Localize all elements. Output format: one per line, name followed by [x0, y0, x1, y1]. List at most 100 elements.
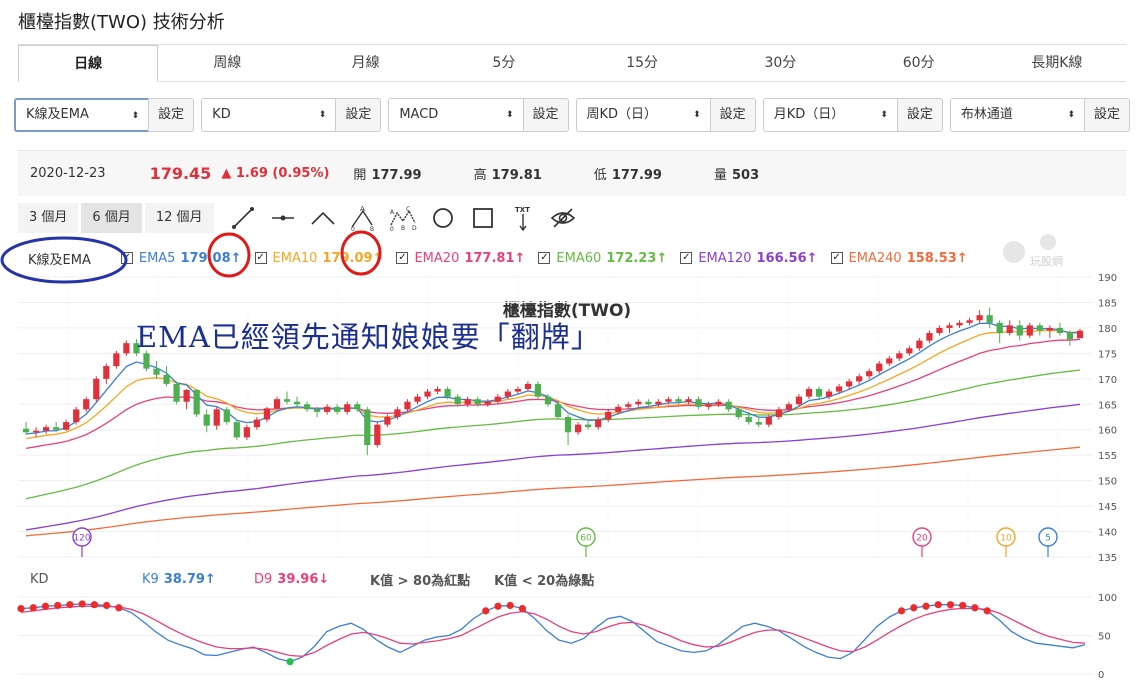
checkbox-checked-icon[interactable]: ✓ — [396, 252, 409, 264]
legend-ema5[interactable]: ✓ EMA5 179.08↑ — [120, 251, 242, 266]
candle-body — [113, 353, 120, 367]
svg-text:0: 0 — [390, 226, 394, 231]
checkbox-checked-icon[interactable]: ✓ — [254, 252, 267, 264]
updown-arrow-icon: ⬍ — [318, 110, 327, 120]
candle-body — [1006, 325, 1013, 333]
candle — [554, 401, 562, 420]
settings-button[interactable]: 設定 — [896, 98, 943, 132]
candle-body — [665, 399, 672, 402]
select-value: KD — [212, 107, 231, 122]
candle — [655, 399, 662, 407]
settings-button[interactable]: 設定 — [335, 98, 382, 132]
kd-red-dot — [897, 607, 906, 615]
candle — [504, 389, 511, 400]
legend-ema20[interactable]: ✓ EMA20 177.81↑ — [396, 251, 525, 266]
candle-body — [554, 404, 562, 417]
tab-monthly[interactable]: 月線 — [297, 45, 435, 81]
candle-body — [93, 378, 100, 400]
candle — [63, 419, 70, 431]
candle — [574, 422, 582, 435]
candle — [705, 401, 712, 410]
candle — [675, 396, 682, 405]
ema60-line — [25, 369, 1081, 500]
kd-legend: KD K9 38.79↑ D9 39.96↓ K值 > 80為紅點 K值 < 20為… — [30, 570, 618, 589]
candle-body — [273, 399, 281, 409]
kd-y-tick-label: 100 — [1098, 593, 1117, 604]
candle — [113, 350, 120, 369]
ema-marker-circle — [1038, 527, 1058, 547]
y-tick-label: 135 — [1098, 553, 1117, 564]
candle — [564, 414, 572, 445]
settings-button[interactable]: 設定 — [522, 98, 569, 132]
line-tool-icon[interactable] — [229, 204, 257, 232]
d9-line — [20, 605, 1086, 657]
legend-ema120[interactable]: ✓ EMA120 166.56↑ — [680, 251, 818, 266]
legend-ema240[interactable]: ✓ EMA240 158.53↑ — [830, 251, 968, 266]
candle-body — [585, 424, 592, 428]
candle-body — [484, 401, 491, 405]
kd-red-dot — [103, 601, 111, 610]
horizontal-line-tool-icon[interactable] — [269, 204, 297, 232]
circle-tool-icon[interactable] — [429, 204, 457, 232]
kd-red-dot — [910, 604, 918, 612]
candle-body — [384, 417, 391, 425]
abcd-pattern-tool-icon[interactable]: A C 0 B D — [389, 204, 417, 232]
tab-30min[interactable]: 30分 — [711, 45, 849, 81]
settings-button[interactable]: 設定 — [148, 98, 195, 132]
candle — [384, 414, 391, 428]
abc-pattern-tool-icon[interactable]: A 0 B — [349, 204, 377, 232]
candle — [93, 376, 100, 402]
rectangle-tool-icon[interactable] — [469, 204, 497, 232]
indicator-select[interactable]: 周KD（日） ⬍ — [575, 98, 710, 132]
candle-body — [404, 401, 411, 410]
checkbox-checked-icon[interactable]: ✓ — [538, 252, 551, 264]
candle — [1076, 328, 1084, 339]
candle-body — [605, 411, 612, 420]
quote-bar: 2020-12-23 179.45 ▲ 1.69 (0.95%) 開 177.99… — [18, 150, 1126, 196]
candle-body — [314, 409, 321, 412]
angle-tool-icon[interactable] — [309, 204, 337, 232]
indicator-select[interactable]: 布林通道 ⬍ — [949, 98, 1085, 132]
indicator-select[interactable]: MACD ⬍ — [388, 98, 523, 132]
tab-5min[interactable]: 5分 — [435, 45, 573, 81]
candle-body — [1066, 333, 1074, 340]
indicator-select[interactable]: KD ⬍ — [201, 98, 336, 132]
ema-marker-label: 60 — [580, 534, 592, 544]
indicator-select[interactable]: K線及EMA ⬍ — [14, 98, 149, 132]
kd-green-dot — [286, 658, 294, 666]
candle — [83, 396, 90, 412]
candle-body — [745, 417, 752, 423]
candle — [334, 404, 341, 415]
legend-ema10[interactable]: ✓ EMA10 179.09↑ — [254, 251, 383, 266]
checkbox-checked-icon[interactable]: ✓ — [830, 252, 843, 264]
tab-60min[interactable]: 60分 — [850, 45, 988, 81]
tab-15min[interactable]: 15分 — [573, 45, 711, 81]
range-12m-button[interactable]: 12 個月 — [144, 203, 214, 233]
candle — [966, 317, 973, 326]
candle — [53, 422, 60, 433]
tab-long-term[interactable]: 長期K線 — [988, 45, 1126, 81]
legend-ema60[interactable]: ✓ EMA60 172.23↑ — [538, 251, 667, 266]
checkbox-checked-icon[interactable]: ✓ — [120, 252, 133, 264]
updown-arrow-icon: ⬍ — [880, 110, 888, 120]
tab-daily[interactable]: 日線 — [18, 45, 159, 82]
text-tool-icon[interactable]: TXT — [509, 204, 537, 232]
candle-body — [263, 408, 271, 420]
candle — [1016, 320, 1023, 341]
tab-weekly[interactable]: 周線 — [158, 45, 296, 81]
hide-drawings-icon[interactable] — [549, 204, 577, 232]
checkbox-checked-icon[interactable]: ✓ — [680, 252, 693, 264]
range-6m-button[interactable]: 6 個月 — [81, 203, 142, 233]
candle-body — [705, 404, 712, 407]
settings-button[interactable]: 設定 — [1084, 98, 1131, 132]
annotation-text: EMA已經領先通知娘娘要「翻牌」 — [136, 320, 601, 354]
indicator-select[interactable]: 月KD（日） ⬍ — [762, 98, 897, 132]
candle — [1056, 322, 1064, 336]
settings-button[interactable]: 設定 — [709, 98, 756, 132]
candle-body — [223, 409, 230, 423]
range-3m-button[interactable]: 3 個月 — [18, 203, 79, 233]
kd-red-dot — [482, 607, 490, 615]
candle-body — [725, 401, 732, 410]
candle-body — [815, 389, 823, 397]
candle — [484, 399, 491, 407]
